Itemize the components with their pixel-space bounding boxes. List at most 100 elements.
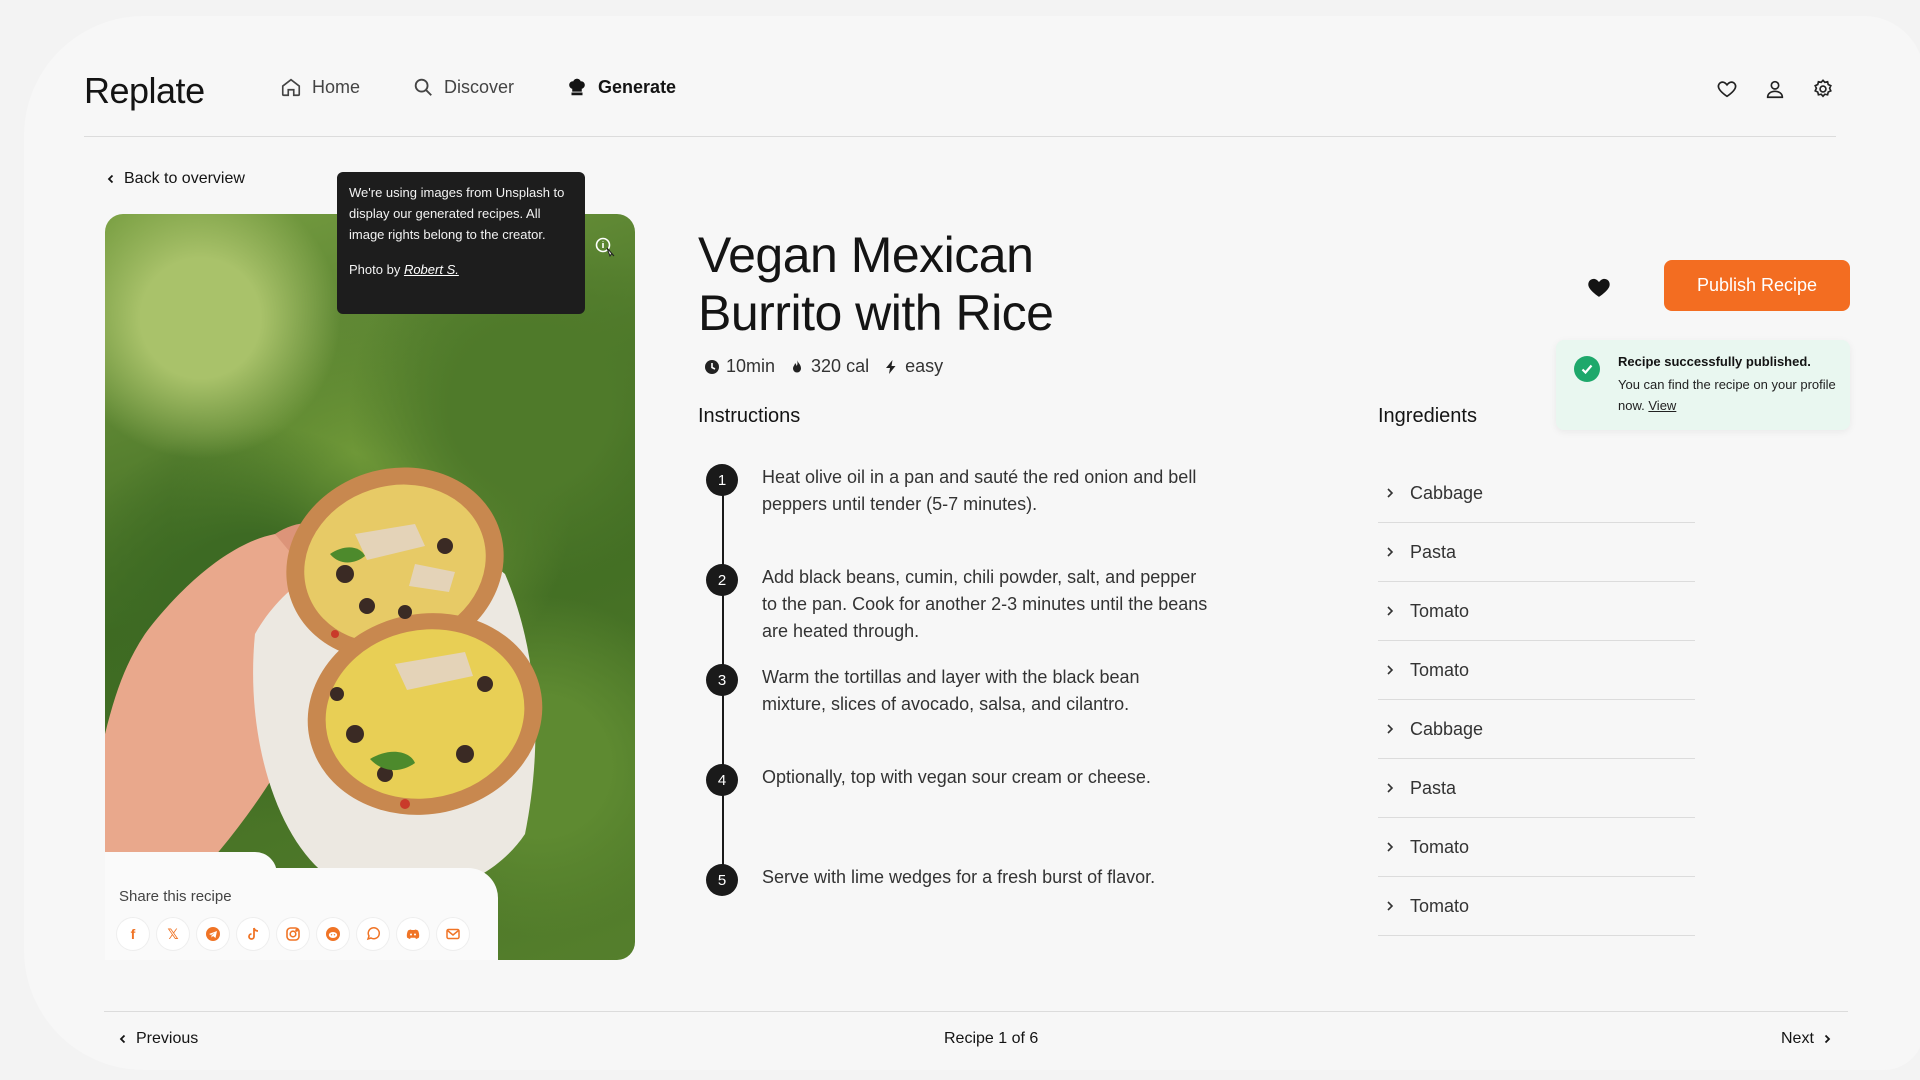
- chevron-left-icon: [119, 1034, 126, 1044]
- publish-recipe-button[interactable]: Publish Recipe: [1664, 260, 1850, 311]
- step-text: Warm the tortillas and layer with the bl…: [762, 667, 1140, 714]
- instagram-icon[interactable]: [277, 918, 309, 950]
- instructions-heading: Instructions: [698, 405, 801, 427]
- time-meta: 10min: [704, 356, 775, 377]
- success-toast: Recipe successfully published. You can f…: [1556, 340, 1850, 430]
- image-credit-tooltip: We're using images from Unsplash to disp…: [337, 172, 585, 314]
- toast-title: Recipe successfully published.: [1618, 354, 1811, 369]
- main-nav: Home Discover Generate: [280, 76, 676, 98]
- next-button[interactable]: Next: [1781, 1030, 1832, 1048]
- reddit-icon[interactable]: [317, 918, 349, 950]
- ingredients-heading: Ingredients: [1378, 405, 1477, 427]
- list-item[interactable]: Pasta: [1378, 759, 1695, 818]
- burrito-illustration: [105, 467, 543, 960]
- difficulty-meta: easy: [883, 356, 943, 377]
- favorite-heart-icon[interactable]: [1586, 274, 1612, 300]
- tooltip-credit: Photo by Robert S.: [349, 259, 573, 280]
- x-icon[interactable]: 𝕏: [157, 918, 189, 950]
- chevron-right-icon: [1387, 724, 1394, 734]
- toast-view-link[interactable]: View: [1648, 398, 1676, 413]
- photographer-link[interactable]: Robert S.: [404, 262, 459, 277]
- ingredient-label: Cabbage: [1410, 482, 1484, 503]
- difficulty-value: easy: [905, 356, 944, 376]
- tooltip-text: We're using images from Unsplash to disp…: [349, 185, 565, 242]
- chevron-right-icon: [1387, 783, 1394, 793]
- previous-button[interactable]: Previous: [118, 1030, 198, 1048]
- back-to-overview-link[interactable]: Back to overview: [106, 170, 245, 188]
- list-item[interactable]: Cabbage: [1378, 700, 1695, 759]
- info-icon[interactable]: [594, 236, 616, 258]
- nav-home[interactable]: Home: [280, 76, 360, 98]
- share-buttons: f 𝕏: [117, 918, 469, 950]
- calories-meta: 320 cal: [789, 356, 869, 377]
- discord-icon[interactable]: [397, 918, 429, 950]
- list-item[interactable]: Pasta: [1378, 523, 1695, 582]
- step-number: 1: [706, 464, 738, 496]
- list-item[interactable]: Tomato: [1378, 582, 1695, 641]
- ingredient-label: Pasta: [1410, 541, 1457, 562]
- recipe-meta: 10min 320 cal easy: [704, 356, 943, 377]
- chevron-right-icon: [1387, 547, 1394, 557]
- step-number: 5: [706, 864, 738, 896]
- email-icon[interactable]: [437, 918, 469, 950]
- recipe-title-line2: Burrito with Rice: [698, 285, 1054, 341]
- clock-icon: [705, 359, 719, 374]
- share-panel: Share this recipe f 𝕏: [105, 852, 498, 960]
- chevron-right-icon: [1387, 606, 1394, 616]
- nav-generate-label: Generate: [598, 76, 677, 97]
- recipe-photo: [105, 214, 635, 960]
- ingredient-label: Tomato: [1410, 600, 1470, 621]
- next-label: Next: [1781, 1030, 1814, 1047]
- heart-icon[interactable]: [1716, 78, 1738, 100]
- search-icon: [414, 78, 432, 96]
- telegram-icon[interactable]: [197, 918, 229, 950]
- footer-divider: [104, 1011, 1848, 1012]
- share-title: Share this recipe: [119, 888, 232, 905]
- ingredients-list: Cabbage Pasta Tomato Tomato Cabbage Past…: [1378, 464, 1695, 936]
- chevron-right-icon: [1824, 1034, 1831, 1044]
- chevron-right-icon: [1387, 488, 1394, 498]
- toast-body: You can find the recipe on your profile …: [1618, 374, 1840, 416]
- flame-icon: [793, 359, 802, 372]
- app-logo[interactable]: Replate: [84, 70, 205, 112]
- nav-generate[interactable]: Generate: [566, 76, 676, 98]
- previous-label: Previous: [136, 1030, 199, 1047]
- recipe-title-line1: Vegan Mexican: [698, 227, 1034, 283]
- list-item[interactable]: Cabbage: [1378, 464, 1695, 523]
- chevron-right-icon: [1387, 665, 1394, 675]
- nav-home-label: Home: [312, 76, 361, 97]
- nav-discover-label: Discover: [444, 76, 515, 97]
- step-text: Optionally, top with vegan sour cream or…: [762, 767, 1151, 787]
- list-item[interactable]: Tomato: [1378, 877, 1695, 936]
- credit-prefix: Photo by: [349, 262, 404, 277]
- step-text: Heat olive oil in a pan and sauté the re…: [762, 467, 1197, 514]
- header-divider: [84, 136, 1836, 137]
- gear-icon[interactable]: [1812, 78, 1834, 100]
- step-text: Serve with lime wedges for a fresh burst…: [762, 867, 1156, 887]
- ingredient-label: Pasta: [1410, 777, 1457, 798]
- step-number: 2: [706, 564, 738, 596]
- facebook-icon[interactable]: f: [117, 918, 149, 950]
- recipe-title: Vegan Mexican Burrito with Rice: [698, 226, 1054, 342]
- chevron-right-icon: [1387, 842, 1394, 852]
- nav-discover[interactable]: Discover: [412, 76, 514, 98]
- check-circle-icon: [1574, 356, 1600, 382]
- time-value: 10min: [726, 356, 776, 376]
- step-number: 4: [706, 764, 738, 796]
- header-actions: [1716, 78, 1834, 100]
- whatsapp-icon[interactable]: [357, 918, 389, 950]
- user-icon[interactable]: [1764, 78, 1786, 100]
- ingredient-label: Tomato: [1410, 836, 1470, 857]
- ingredient-label: Tomato: [1410, 659, 1470, 680]
- ingredient-label: Tomato: [1410, 895, 1470, 916]
- step-number: 3: [706, 664, 738, 696]
- calories-value: 320 cal: [811, 356, 870, 376]
- chevron-left-icon: [107, 174, 114, 184]
- recipe-pager: Recipe 1 of 6: [944, 1030, 1039, 1047]
- step-text: Add black beans, cumin, chili powder, sa…: [762, 567, 1208, 641]
- home-icon: [281, 78, 301, 97]
- list-item[interactable]: Tomato: [1378, 818, 1695, 877]
- list-item[interactable]: Tomato: [1378, 641, 1695, 700]
- tiktok-icon[interactable]: [237, 918, 269, 950]
- chevron-right-icon: [1387, 901, 1394, 911]
